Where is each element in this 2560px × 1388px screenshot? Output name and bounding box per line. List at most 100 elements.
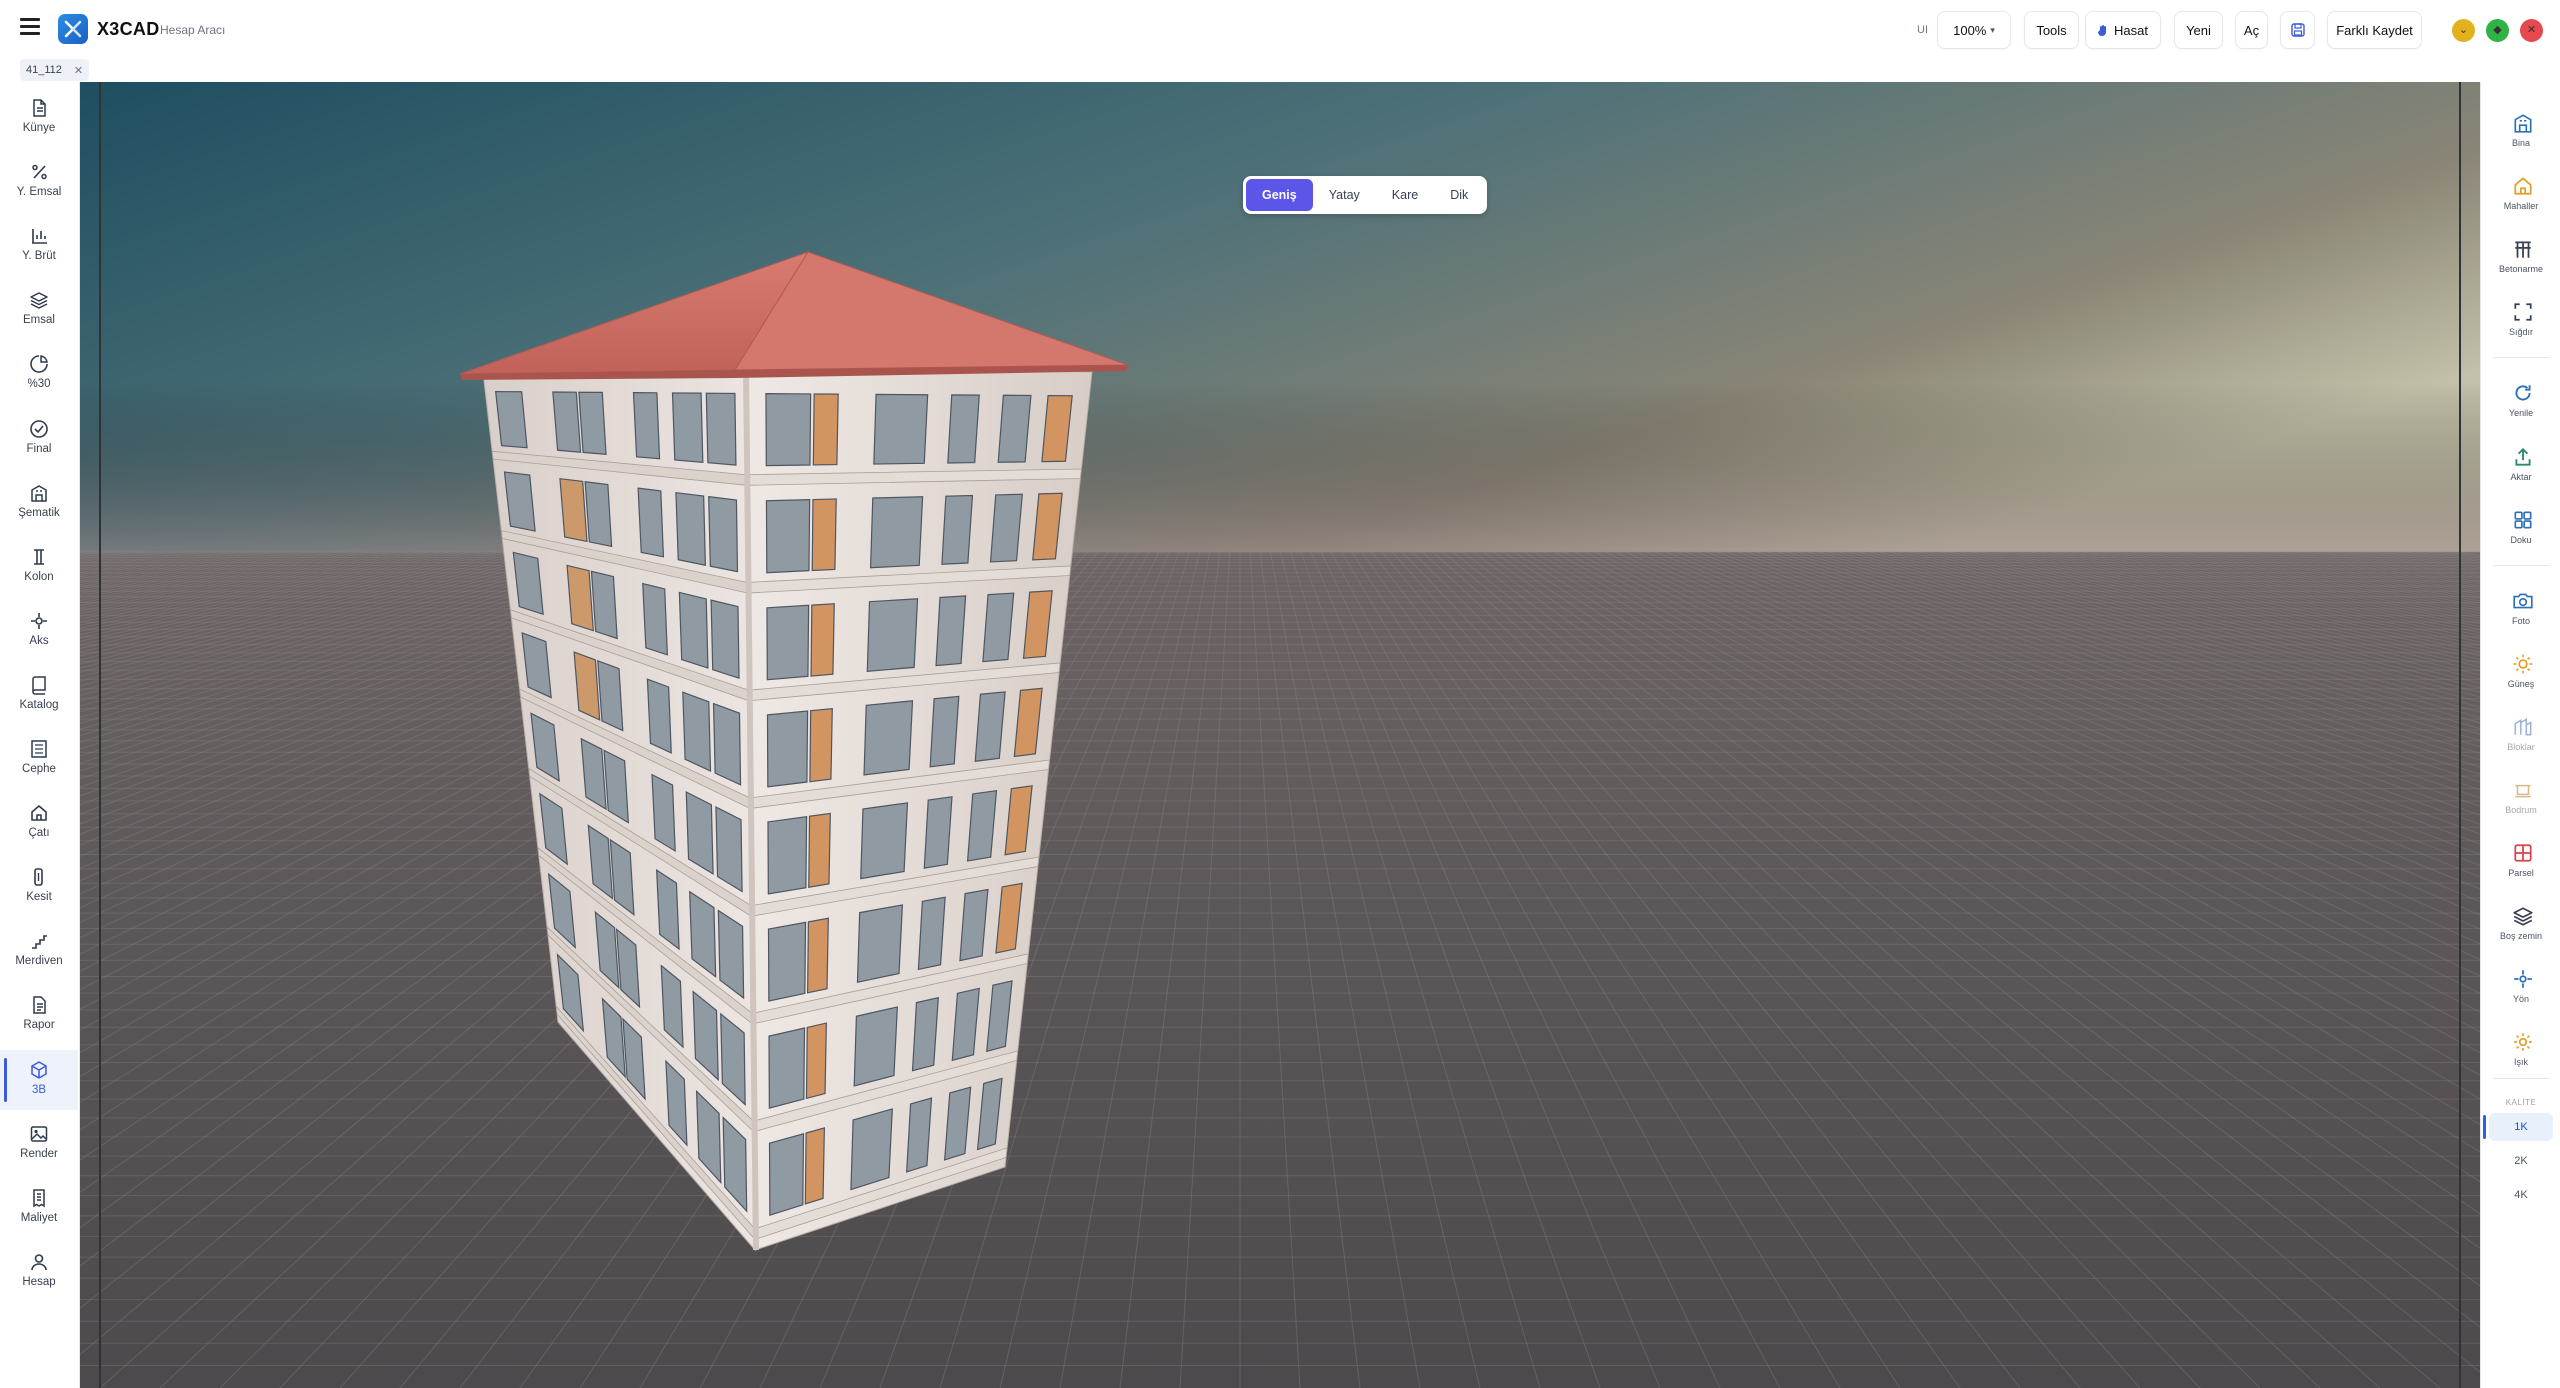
- tool-label: Yön: [2512, 994, 2529, 1004]
- new-label: Yeni: [2186, 22, 2211, 38]
- open-label: Aç: [2243, 22, 2260, 38]
- tab-document[interactable]: 41_112 ✕: [20, 59, 90, 81]
- basement-icon: [2512, 779, 2534, 801]
- sidebar-item-şematik[interactable]: Şematik: [0, 473, 78, 533]
- tool-label: Bina: [2511, 138, 2530, 148]
- frame-icon: [2512, 238, 2534, 260]
- hasat-button[interactable]: Hasat: [2085, 11, 2161, 49]
- sidebar-item-rapor[interactable]: Rapor: [0, 985, 78, 1045]
- open-button[interactable]: Aç: [2235, 11, 2268, 49]
- sidebar-item-label: Hesap: [22, 1275, 56, 1288]
- tool-sığdır[interactable]: Sığdır: [2481, 291, 2560, 349]
- compass-icon: [2512, 968, 2534, 990]
- tools-label: Tools: [2036, 22, 2067, 38]
- tool-boş-zemin[interactable]: Boş zemin: [2481, 895, 2560, 953]
- save-as-button[interactable]: Farklı Kaydet: [2327, 11, 2422, 49]
- close-icon: ✕: [2526, 24, 2537, 36]
- menu-icon[interactable]: [20, 18, 40, 36]
- view-mode-wide[interactable]: Geniş: [1246, 179, 1313, 211]
- camera-icon: [2512, 590, 2534, 612]
- 3d-viewport[interactable]: Geniş Yatay Kare Dik: [80, 82, 2480, 1388]
- sidebar-item-y-emsal[interactable]: Y. Emsal: [0, 152, 78, 212]
- close-icon[interactable]: ✕: [74, 64, 83, 77]
- tool-label: Yenile: [2508, 408, 2534, 418]
- maximize-button[interactable]: ◆: [2486, 19, 2509, 42]
- book-icon: [29, 675, 49, 695]
- sidebar-item-aks[interactable]: Aks: [0, 601, 78, 661]
- export-icon: [2512, 446, 2534, 468]
- sidebar-item-label: Render: [20, 1147, 58, 1160]
- grid-icon: [2512, 509, 2534, 531]
- tool-yenile[interactable]: Yenile: [2481, 372, 2560, 430]
- blocks-icon: [2512, 716, 2534, 738]
- view-mode-square[interactable]: Kare: [1376, 179, 1434, 211]
- top-bar: X3CAD Hesap Aracı UI 100% ▾ Tools Hasat …: [0, 0, 2560, 54]
- sidebar-item-kolon[interactable]: Kolon: [0, 537, 78, 597]
- divider: [2493, 565, 2549, 566]
- tools-button[interactable]: Tools: [2024, 11, 2079, 49]
- right-sidebar: Bina Mahaller Betonarme Sığdır Yenile Aktar Do…: [2480, 82, 2560, 1388]
- sidebar-item-label: Cephe: [22, 763, 56, 775]
- tool-label: Bloklar: [2507, 742, 2535, 752]
- minimize-button[interactable]: ⌄: [2452, 19, 2475, 42]
- sidebar-item-merdiven[interactable]: Merdiven: [0, 921, 78, 981]
- zoom-select[interactable]: 100% ▾: [1937, 11, 2011, 49]
- sidebar-item-çatı[interactable]: Çatı: [0, 793, 78, 853]
- sidebar-item-katalog[interactable]: Katalog: [0, 665, 78, 725]
- tool-doku[interactable]: Doku: [2481, 499, 2560, 557]
- quality-1k[interactable]: 1K: [2483, 1113, 2553, 1141]
- sidebar-item-label: Final: [26, 442, 52, 455]
- view-mode-vertical[interactable]: Dik: [1434, 179, 1484, 211]
- building-icon: [2512, 112, 2534, 134]
- tool-label: Foto: [2511, 616, 2530, 626]
- chevron-down-icon: ⌄: [2458, 24, 2469, 36]
- save-button[interactable]: [2280, 11, 2315, 49]
- new-button[interactable]: Yeni: [2174, 11, 2223, 49]
- view-mode-horizontal[interactable]: Yatay: [1313, 179, 1376, 211]
- sidebar-item-label: Maliyet: [20, 1211, 58, 1224]
- tool-mahaller[interactable]: Mahaller: [2481, 165, 2560, 223]
- tool-foto[interactable]: Foto: [2481, 580, 2560, 638]
- sidebar-item-label: Şematik: [18, 506, 60, 519]
- zoom-value: 100%: [1953, 22, 1987, 38]
- sidebar-item-maliyet[interactable]: Maliyet: [0, 1178, 78, 1238]
- app-subtitle: Hesap Aracı: [160, 23, 226, 37]
- tool-işık[interactable]: Işık: [2481, 1021, 2560, 1079]
- quality-2k[interactable]: 2K: [2489, 1147, 2553, 1175]
- sidebar-item-label: Aks: [29, 634, 49, 647]
- sidebar-item-y-brüt[interactable]: Y. Brüt: [0, 216, 78, 276]
- sidebar-item-render[interactable]: Render: [0, 1114, 78, 1174]
- sidebar-item-3b[interactable]: 3B: [0, 1049, 78, 1110]
- sidebar-item-final[interactable]: Final: [0, 409, 78, 469]
- view-mode-switch: Geniş Yatay Kare Dik: [1243, 176, 1488, 214]
- document-tabs: 41_112 ✕: [0, 54, 2560, 82]
- tool-aktar[interactable]: Aktar: [2481, 436, 2560, 494]
- sidebar-item-%30[interactable]: %30: [0, 344, 78, 404]
- tool-label: Bodrum: [2505, 805, 2537, 815]
- close-button[interactable]: ✕: [2520, 19, 2543, 42]
- image-icon: [29, 1124, 49, 1144]
- sidebar-item-kesit[interactable]: Kesit: [0, 857, 78, 917]
- report-icon: [29, 995, 49, 1015]
- sidebar-item-cephe[interactable]: Cephe: [0, 729, 78, 789]
- quality-4k[interactable]: 4K: [2489, 1181, 2553, 1209]
- divider: [2493, 1078, 2549, 1079]
- tool-yön[interactable]: Yön: [2481, 958, 2560, 1016]
- tool-label: Betonarme: [2498, 264, 2544, 274]
- tab-label: 41_112: [26, 64, 62, 76]
- tool-parsel[interactable]: Parsel: [2481, 832, 2560, 890]
- sidebar-item-künye[interactable]: Künye: [0, 88, 78, 148]
- tool-label: Mahaller: [2503, 201, 2539, 211]
- bar-chart-icon: [29, 226, 49, 246]
- sidebar-item-label: Kolon: [24, 570, 54, 583]
- tool-betonarme[interactable]: Betonarme: [2481, 228, 2560, 286]
- diamond-icon: ◆: [2493, 24, 2502, 36]
- sidebar-item-hesap[interactable]: Hesap: [0, 1242, 78, 1302]
- tool-güneş[interactable]: Güneş: [2481, 643, 2560, 701]
- column-icon: [29, 547, 49, 567]
- check-circle-icon: [29, 419, 49, 439]
- sidebar-item-emsal[interactable]: Emsal: [0, 280, 78, 340]
- horizon-glow: [80, 382, 2480, 562]
- tool-bina[interactable]: Bina: [2481, 102, 2560, 160]
- sidebar-item-label: Katalog: [19, 698, 59, 711]
